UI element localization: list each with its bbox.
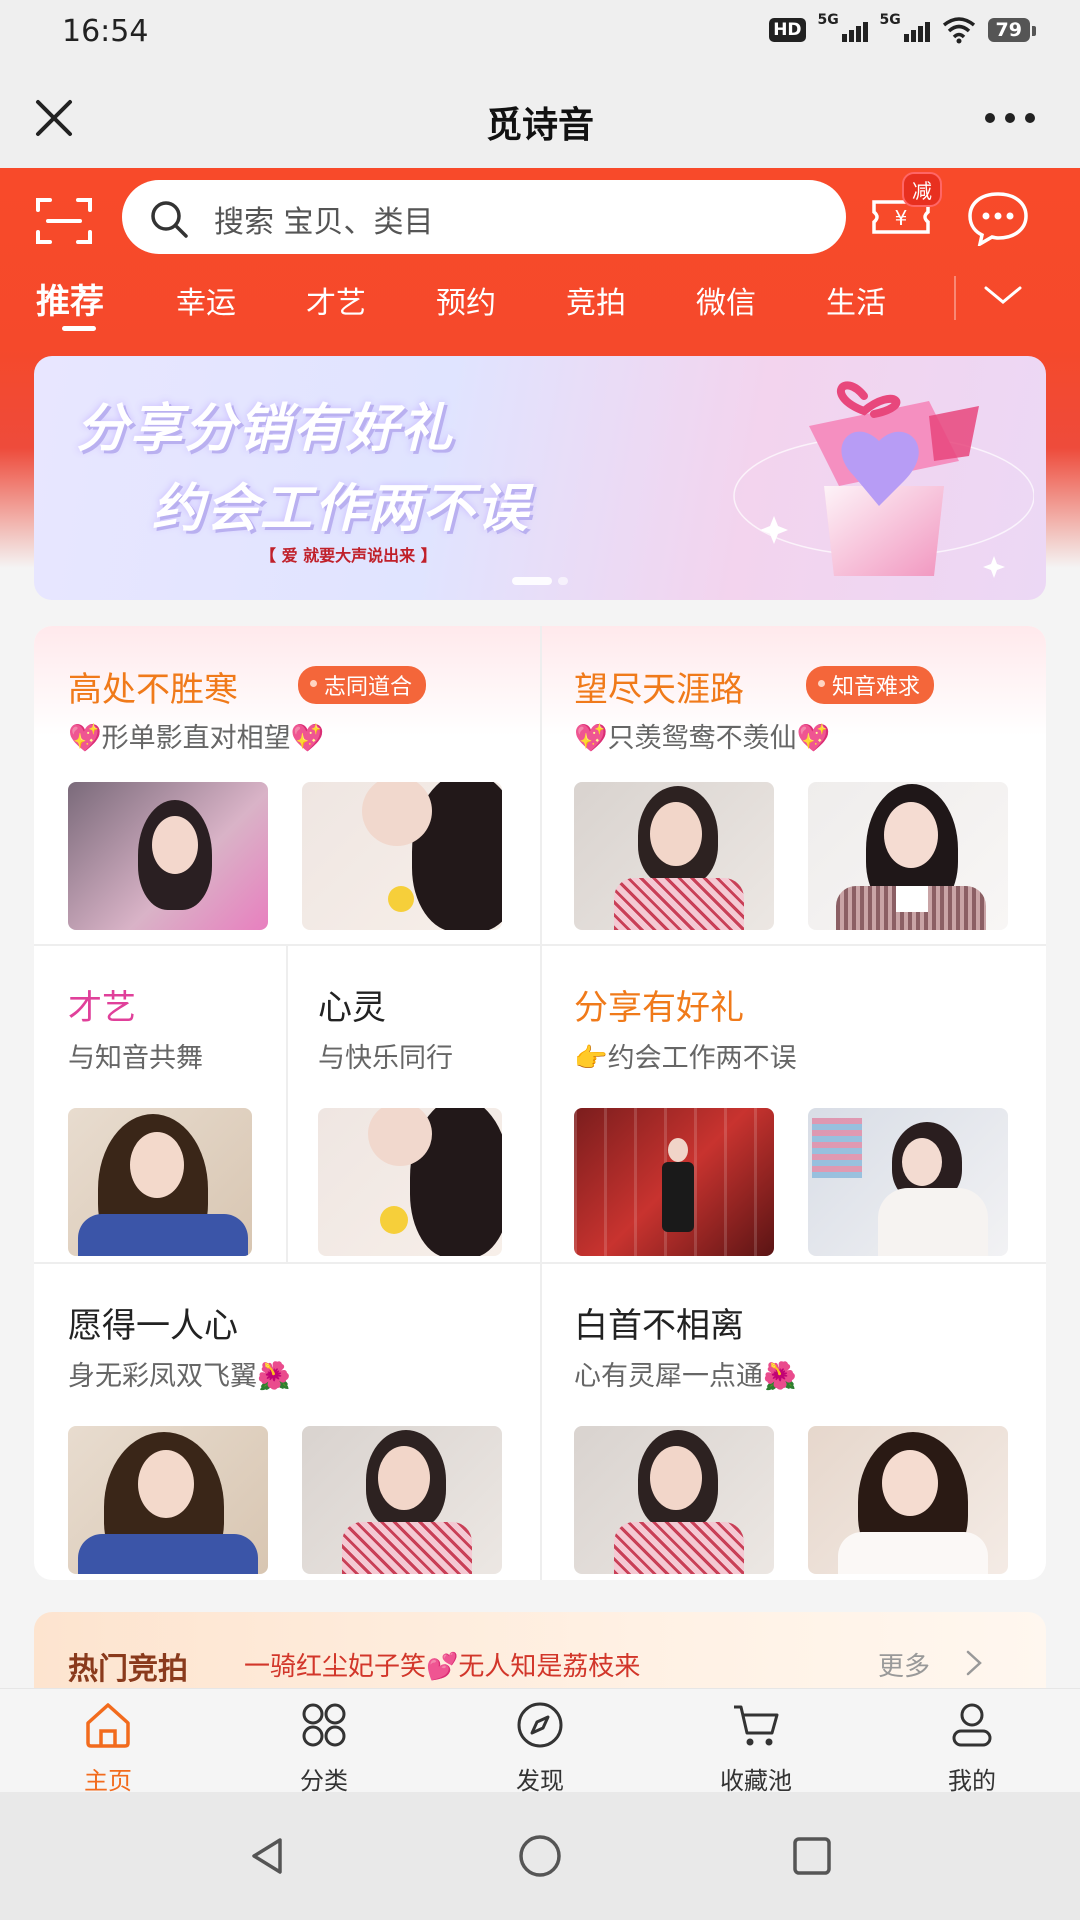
search-placeholder: 搜索 宝贝、类目 [214, 205, 434, 240]
chevron-right-icon [966, 1650, 982, 1676]
signal-icon-2: 5G [880, 12, 930, 44]
tab-recommend[interactable]: 推荐 [36, 274, 104, 323]
tab-lucky[interactable]: 幸运 [176, 278, 236, 322]
tab-life[interactable]: 生活 [826, 278, 886, 322]
discount-badge: 减 [902, 172, 942, 207]
nav-category[interactable]: 分类 [216, 1689, 432, 1795]
profile-photo[interactable] [68, 1108, 252, 1256]
signal-icon-1: 5G [818, 12, 868, 44]
hd-icon: HD [769, 18, 806, 42]
tab-booking[interactable]: 预约 [436, 278, 496, 322]
nav-label: 分类 [300, 1767, 348, 1795]
cart-icon [734, 1705, 779, 1746]
banner-headline-2: 约会工作两不误 [152, 479, 531, 539]
profile-photo[interactable] [318, 1108, 502, 1256]
banner-slogan: 【 爱 就要大声说出来 】 [260, 546, 437, 565]
status-icons: HD 5G 5G 79 [769, 12, 1037, 44]
card-subtitle: 👉约会工作两不误 [574, 1043, 797, 1074]
nav-discover[interactable]: 发现 [432, 1689, 648, 1795]
nav-profile[interactable]: 我的 [864, 1689, 1080, 1795]
profile-photo[interactable] [68, 782, 268, 930]
card-title: 心灵 [318, 988, 386, 1028]
message-icon[interactable] [966, 190, 1030, 246]
card-subtitle: 与快乐同行 [318, 1043, 453, 1074]
profile-photo[interactable] [808, 1108, 1008, 1256]
card-title: 愿得一人心 [68, 1306, 238, 1346]
banner-headline-1: 分享分销有好礼 [76, 399, 455, 459]
gift-box-illustration [733, 381, 1034, 578]
profile-photo[interactable] [302, 1426, 502, 1574]
card-subtitle: 与知音共舞 [68, 1043, 203, 1074]
bottom-navigation: 主页 分类 发现 收藏池 我的 [0, 1688, 1080, 1795]
nav-home[interactable]: 主页 [0, 1689, 216, 1795]
hot-auction-title: 热门竞拍 [68, 1652, 188, 1687]
more-options-icon[interactable] [980, 94, 1040, 142]
nav-label: 主页 [84, 1767, 132, 1795]
tab-talent[interactable]: 才艺 [306, 278, 366, 322]
search-input[interactable]: 搜索 宝贝、类目 [122, 180, 846, 254]
svg-text:¥: ¥ [895, 206, 908, 230]
tabs-divider [954, 276, 956, 320]
more-link[interactable]: 更多 [878, 1646, 930, 1683]
nav-label: 收藏池 [720, 1767, 792, 1795]
nav-favorites[interactable]: 收藏池 [648, 1689, 864, 1795]
category-icon [302, 1703, 346, 1747]
wifi-icon [942, 17, 975, 44]
hot-auction-text: 一骑红尘妃子笑💕无人知是荔枝来 [244, 1652, 641, 1682]
status-time: 16:54 [62, 14, 149, 49]
card-tag: 知音难求 [806, 666, 935, 704]
user-icon [952, 1703, 992, 1747]
card-title: 才艺 [68, 988, 136, 1028]
card-title: 白首不相离 [574, 1306, 744, 1346]
search-icon [151, 201, 188, 238]
home-button-icon[interactable] [516, 1832, 564, 1880]
recent-apps-icon[interactable] [788, 1832, 836, 1880]
card-subtitle: 身无彩凤双飞翼🌺 [68, 1361, 291, 1392]
card-title: 分享有好礼 [574, 988, 744, 1028]
profile-photo[interactable] [68, 1426, 268, 1574]
card-tag: 志同道合 [298, 666, 427, 704]
category-tabs: 推荐 幸运 才艺 预约 竞拍 微信 生活 [0, 270, 960, 330]
compass-icon [517, 1702, 563, 1748]
card-title: 望尽天涯路 [574, 670, 744, 710]
card-subtitle: 💖形单影直对相望💖 [68, 723, 325, 754]
profile-photo[interactable] [574, 1108, 774, 1256]
promo-banner[interactable]: 分享分销有好礼 约会工作两不误 【 爱 就要大声说出来 】 [34, 356, 1046, 600]
category-grid: 高处不胜寒 志同道合 💖形单影直对相望💖 望尽天涯路 知音难求 💖只羡鸳鸯不羡仙… [34, 626, 1046, 1580]
scan-icon[interactable] [36, 196, 92, 246]
tab-wechat[interactable]: 微信 [696, 278, 756, 322]
card-subtitle: 💖只羡鸳鸯不羡仙💖 [574, 723, 831, 754]
status-bar: 16:54 HD 5G 5G 79 [0, 0, 1080, 70]
profile-photo[interactable] [574, 1426, 774, 1574]
title-bar: 觅诗音 [0, 70, 1080, 168]
chevron-down-icon[interactable] [980, 280, 1026, 310]
page-title: 觅诗音 [485, 105, 594, 146]
card-title: 高处不胜寒 [68, 670, 238, 710]
tab-auction[interactable]: 竞拍 [566, 278, 626, 322]
system-navigation-bar [0, 1792, 1080, 1920]
back-icon[interactable] [244, 1832, 292, 1880]
profile-photo[interactable] [574, 782, 774, 930]
active-tab-indicator [62, 326, 96, 331]
profile-photo[interactable] [808, 782, 1008, 930]
profile-photo[interactable] [302, 782, 502, 930]
profile-photo[interactable] [808, 1426, 1008, 1574]
battery-icon: 79 [987, 18, 1037, 42]
nav-label: 我的 [948, 1767, 996, 1795]
banner-pager [512, 570, 574, 589]
nav-label: 发现 [516, 1767, 564, 1795]
home-icon [86, 1703, 130, 1748]
card-subtitle: 心有灵犀一点通🌺 [574, 1361, 797, 1392]
